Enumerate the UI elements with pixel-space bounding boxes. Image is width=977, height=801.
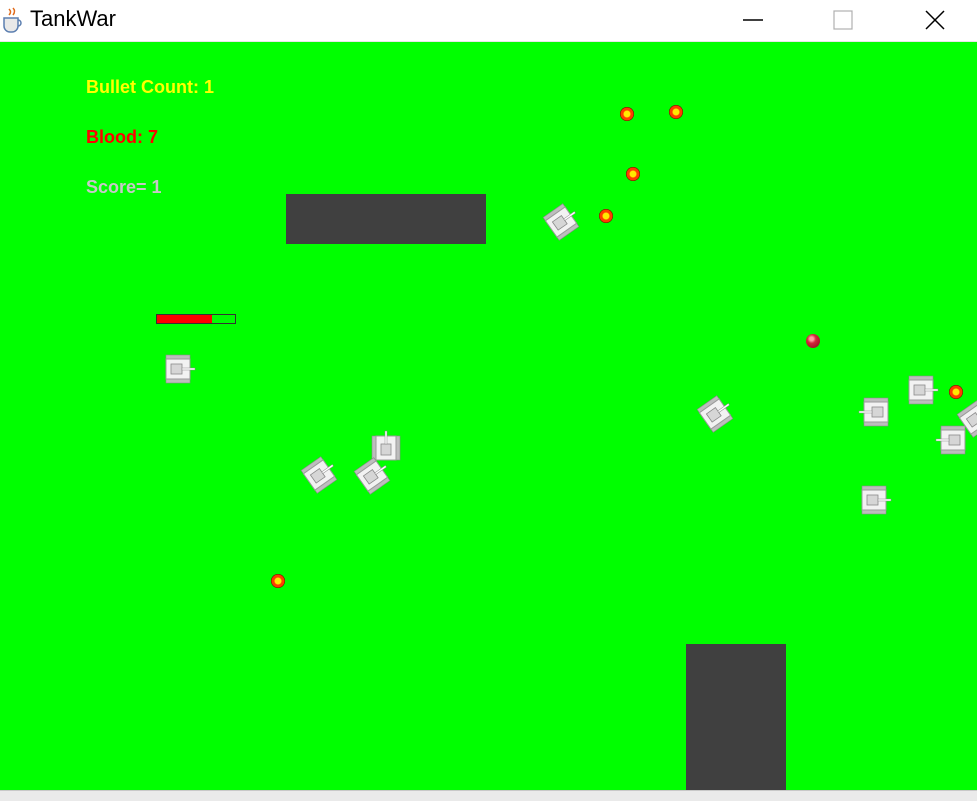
enemy-tank <box>533 194 589 250</box>
bullet <box>626 167 640 181</box>
player-tank <box>158 349 198 389</box>
enemy-tank <box>854 480 894 520</box>
java-cup-icon <box>0 6 24 34</box>
enemy-tank <box>901 370 941 410</box>
wall-horizontal <box>286 194 486 244</box>
bullet <box>620 107 634 121</box>
player-health-bar <box>156 314 236 324</box>
game-canvas[interactable]: Bullet Count: 1 Blood: 7 Score= 1 <box>0 42 977 790</box>
blood-orb <box>806 334 820 348</box>
close-icon <box>925 10 945 30</box>
maximize-button[interactable] <box>820 0 866 40</box>
bullet <box>669 105 683 119</box>
enemy-tank <box>856 392 896 432</box>
wall-vertical <box>686 644 786 790</box>
close-button[interactable] <box>912 0 958 40</box>
enemy-tank <box>687 386 743 442</box>
score-label: Score= 1 <box>86 177 162 197</box>
bullet <box>599 209 613 223</box>
bullet-count-label: Bullet Count: 1 <box>86 77 214 97</box>
enemy-tank <box>291 447 347 503</box>
window-title: TankWar <box>30 6 116 31</box>
bullet <box>271 574 285 588</box>
minimize-icon <box>743 19 763 21</box>
title-bar: TankWar <box>0 0 977 42</box>
maximize-icon <box>833 10 853 30</box>
bottom-strip <box>0 790 977 801</box>
minimize-button[interactable] <box>730 0 776 40</box>
bullet <box>949 385 963 399</box>
player-health-fill <box>157 315 212 323</box>
blood-label: Blood: 7 <box>86 127 158 147</box>
